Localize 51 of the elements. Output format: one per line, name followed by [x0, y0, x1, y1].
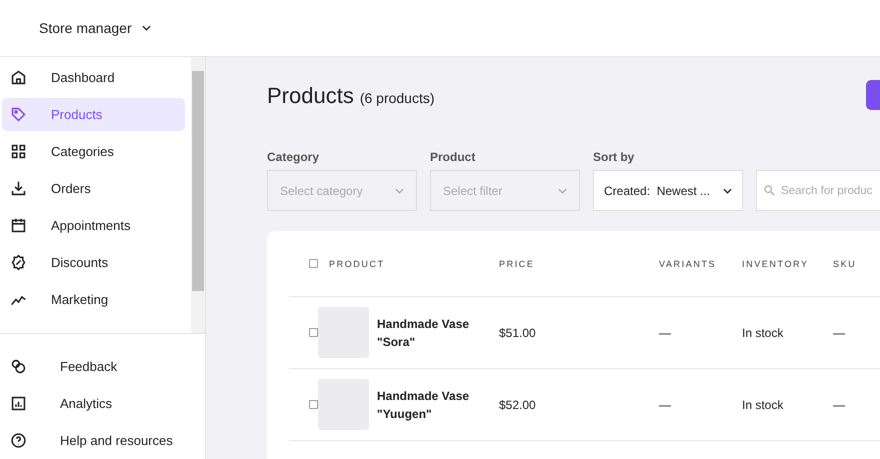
store-menu[interactable]: Store manager	[39, 20, 151, 36]
nav-item[interactable]: Appointments	[2, 209, 185, 242]
table-cell: In stock	[742, 398, 784, 412]
nav-item[interactable]: Feedback	[10, 348, 205, 385]
table-cell: $52.00	[499, 398, 536, 412]
table-cell: In stock	[742, 326, 784, 340]
chevron-down-icon	[723, 188, 732, 194]
home-icon	[10, 69, 27, 86]
photo-placeholder	[318, 307, 369, 358]
nav-item[interactable]: Analytics	[10, 385, 205, 422]
nav-item[interactable]: Products	[2, 98, 185, 131]
table-cell: —	[659, 398, 671, 412]
product-name[interactable]: Handmade Vase "Yuugen"	[377, 386, 499, 422]
chevron-down-icon	[395, 188, 404, 194]
nav-item[interactable]: Marketing	[2, 283, 185, 316]
grid-icon	[10, 143, 27, 160]
badge-percent-icon	[10, 254, 27, 271]
table-cell: $51.00	[499, 326, 536, 340]
column-header: PRICE	[499, 258, 535, 268]
search-icon	[763, 184, 776, 197]
column-header: PRODUCT	[329, 258, 385, 268]
nav-item[interactable]: Categories	[2, 135, 185, 168]
chevron-down-icon	[558, 188, 567, 194]
filter-label: Sort by	[593, 150, 636, 164]
checkbox[interactable]	[309, 259, 318, 268]
nav-item[interactable]: Dashboard	[2, 61, 185, 94]
table-cell: —	[833, 398, 845, 412]
filter-label: Product	[430, 150, 476, 164]
help-icon	[10, 432, 27, 449]
table-cell: —	[833, 326, 845, 340]
photo-placeholder	[318, 379, 369, 430]
scrollbar[interactable]	[191, 57, 205, 333]
tag-icon	[10, 106, 27, 123]
download-icon	[10, 180, 27, 197]
table-cell: —	[659, 326, 671, 340]
calendar-icon	[10, 217, 27, 234]
checkbox[interactable]	[309, 328, 318, 337]
product-count: (6 products)	[360, 90, 435, 106]
product-name[interactable]: Handmade Vase "Sora"	[377, 314, 499, 350]
column-header: VARIANTS	[659, 258, 716, 268]
page-title: Products	[267, 83, 354, 109]
sort-select[interactable]: Created: Newest ...	[593, 170, 743, 211]
nav-item[interactable]: Discounts	[2, 246, 185, 279]
nav-item[interactable]: Help and resources	[10, 422, 205, 459]
bar-chart-icon	[10, 395, 27, 412]
column-header: SKU	[833, 258, 856, 268]
filter-label: Category	[267, 150, 320, 164]
nav-item[interactable]: Orders	[2, 172, 185, 205]
chevron-down-icon	[142, 25, 151, 31]
checkbox[interactable]	[309, 400, 318, 409]
column-header: INVENTORY	[742, 258, 809, 268]
